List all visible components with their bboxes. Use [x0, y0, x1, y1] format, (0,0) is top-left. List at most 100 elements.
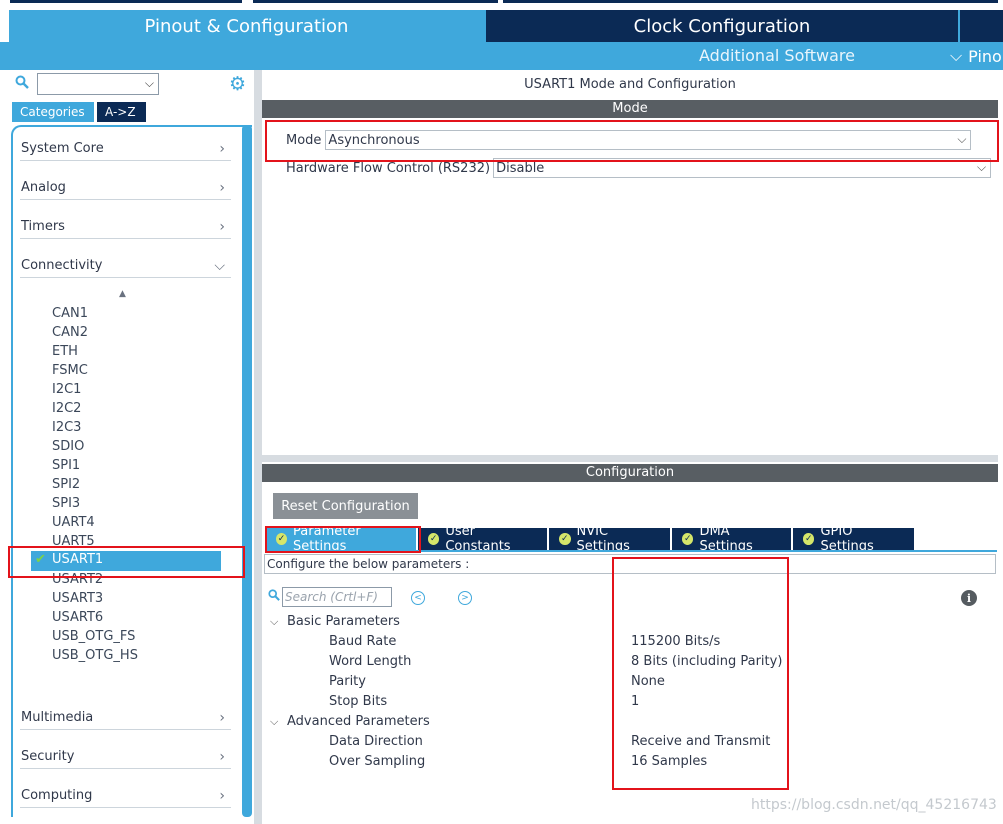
parameter-search-input[interactable]: Search (Crtl+F)	[282, 587, 392, 607]
chevron-down-icon: ⌵	[270, 714, 279, 728]
check-circle-icon: ✓	[682, 533, 694, 545]
chevron-down-icon: ⌵	[214, 257, 225, 274]
peripheral-item[interactable]: SPI1	[52, 456, 80, 475]
annotation-box-usart1	[8, 546, 245, 578]
peripheral-item[interactable]: USB_OTG_HS	[52, 646, 138, 665]
chevron-down-icon: ⌵	[976, 160, 987, 174]
category-timers[interactable]: Timers ›	[20, 215, 231, 239]
chevron-right-icon: ›	[219, 787, 225, 804]
peripheral-item[interactable]: I2C2	[52, 399, 81, 418]
flow-control-label: Hardware Flow Control (RS232)	[286, 160, 491, 176]
peripheral-item[interactable]: SPI2	[52, 475, 80, 494]
tab-pinout-configuration[interactable]: Pinout & Configuration	[9, 10, 484, 42]
group-advanced-parameters[interactable]: ⌵ Advanced Parameters	[270, 714, 430, 729]
top-strip	[0, 0, 1003, 10]
previous-icon[interactable]: <	[411, 591, 425, 605]
tab-nvic-settings[interactable]: ✓ NVIC Settings	[549, 524, 670, 554]
category-multimedia[interactable]: Multimedia ›	[20, 706, 231, 730]
pinout-view-label: Pino	[968, 46, 1002, 66]
param-name: Data Direction	[329, 734, 423, 749]
tab-label: Pinout & Configuration	[144, 15, 349, 37]
configuration-section-header: Configuration	[262, 464, 998, 482]
peripheral-item[interactable]: USART3	[52, 589, 103, 608]
chevron-right-icon: ›	[219, 218, 225, 235]
category-system-core[interactable]: System Core ›	[20, 137, 231, 161]
tab-gpio-settings[interactable]: ✓ GPIO Settings	[793, 524, 914, 554]
tab-label: Clock Configuration	[633, 15, 811, 37]
peripheral-item[interactable]: ETH	[52, 342, 78, 361]
panel-divider[interactable]	[262, 455, 998, 462]
mode-section-header: Mode	[262, 100, 998, 118]
chevron-right-icon: ›	[219, 709, 225, 726]
peripheral-item[interactable]: SPI3	[52, 494, 80, 513]
peripheral-item[interactable]: CAN2	[52, 323, 88, 342]
tab-user-constants[interactable]: ✓ User Constants	[418, 524, 547, 554]
check-circle-icon: ✓	[803, 533, 815, 545]
tab-overflow[interactable]	[960, 10, 1003, 42]
chevron-right-icon: ›	[219, 179, 225, 196]
chevron-down-icon[interactable]: ⌵	[145, 76, 154, 91]
gear-icon[interactable]: ⚙	[229, 73, 246, 95]
param-name: Word Length	[329, 654, 412, 669]
group-label: Advanced Parameters	[287, 714, 430, 729]
chevron-right-icon: ›	[219, 140, 225, 157]
info-icon[interactable]: i	[961, 590, 977, 606]
tab-dma-settings[interactable]: ✓ DMA Settings	[672, 524, 791, 554]
category-label: Multimedia	[21, 710, 94, 725]
param-name: Stop Bits	[329, 694, 388, 709]
panel-divider[interactable]	[254, 70, 262, 824]
category-label: Timers	[21, 219, 65, 234]
scrollbar[interactable]	[242, 125, 252, 817]
annotation-box-mode	[265, 120, 999, 162]
sidebar-search: ⌵	[15, 73, 159, 95]
category-label: Connectivity	[21, 258, 103, 273]
peripheral-item[interactable]: CAN1	[52, 304, 88, 323]
tab-a-to-z[interactable]: A->Z	[97, 102, 146, 122]
category-label: Security	[21, 749, 75, 764]
sub-tab-bar: Additional Software ⌵ Pino	[0, 42, 1003, 70]
flow-control-value: Disable	[496, 160, 545, 176]
tab-clock-configuration[interactable]: Clock Configuration	[486, 10, 958, 42]
category-computing[interactable]: Computing ›	[20, 784, 231, 808]
category-connectivity[interactable]: Connectivity ⌵	[20, 254, 231, 278]
category-label: Computing	[21, 788, 93, 803]
category-label: System Core	[21, 141, 104, 156]
search-icon[interactable]	[15, 75, 33, 93]
strip-segment	[253, 0, 498, 3]
tab-categories[interactable]: Categories	[12, 102, 94, 122]
param-name: Parity	[329, 674, 366, 689]
peripheral-item[interactable]: SDIO	[52, 437, 84, 456]
additional-software-tab[interactable]: Additional Software	[699, 46, 855, 65]
peripheral-item[interactable]: USART6	[52, 608, 103, 627]
annotation-box-parameter-tab	[265, 526, 421, 553]
category-label: Analog	[21, 180, 66, 195]
pinout-view-tab[interactable]: ⌵ Pino	[950, 46, 1002, 66]
watermark: https://blog.csdn.net/qq_45216743	[751, 797, 997, 813]
category-security[interactable]: Security ›	[20, 745, 231, 769]
annotation-box-values	[612, 557, 789, 790]
group-basic-parameters[interactable]: ⌵ Basic Parameters	[270, 614, 400, 629]
chevron-down-icon: ⌵	[270, 614, 279, 628]
peripheral-item[interactable]: I2C1	[52, 380, 81, 399]
scroll-up-icon[interactable]: ▲	[119, 289, 126, 299]
peripheral-item[interactable]: UART4	[52, 513, 95, 532]
chevron-down-icon: ⌵	[950, 46, 963, 65]
search-combobox[interactable]: ⌵	[37, 73, 159, 95]
param-name: Baud Rate	[329, 634, 397, 649]
search-icon[interactable]	[268, 589, 280, 605]
group-label: Basic Parameters	[287, 614, 400, 629]
peripheral-item[interactable]: I2C3	[52, 418, 81, 437]
reset-configuration-button[interactable]: Reset Configuration	[273, 493, 418, 519]
category-tabs: Categories A->Z	[12, 102, 146, 122]
peripheral-item[interactable]: FSMC	[52, 361, 88, 380]
check-circle-icon: ✓	[428, 533, 440, 545]
next-icon[interactable]: >	[458, 591, 472, 605]
chevron-right-icon: ›	[219, 748, 225, 765]
left-panel: ⌵ ⚙ Categories A->Z System Core › Analog…	[9, 70, 254, 824]
right-edge	[998, 70, 1003, 824]
category-analog[interactable]: Analog ›	[20, 176, 231, 200]
peripheral-item[interactable]: USB_OTG_FS	[52, 627, 135, 646]
strip-segment	[10, 0, 242, 3]
panel-title: USART1 Mode and Configuration	[524, 77, 736, 92]
parameter-search: Search (Crtl+F)	[268, 587, 392, 607]
